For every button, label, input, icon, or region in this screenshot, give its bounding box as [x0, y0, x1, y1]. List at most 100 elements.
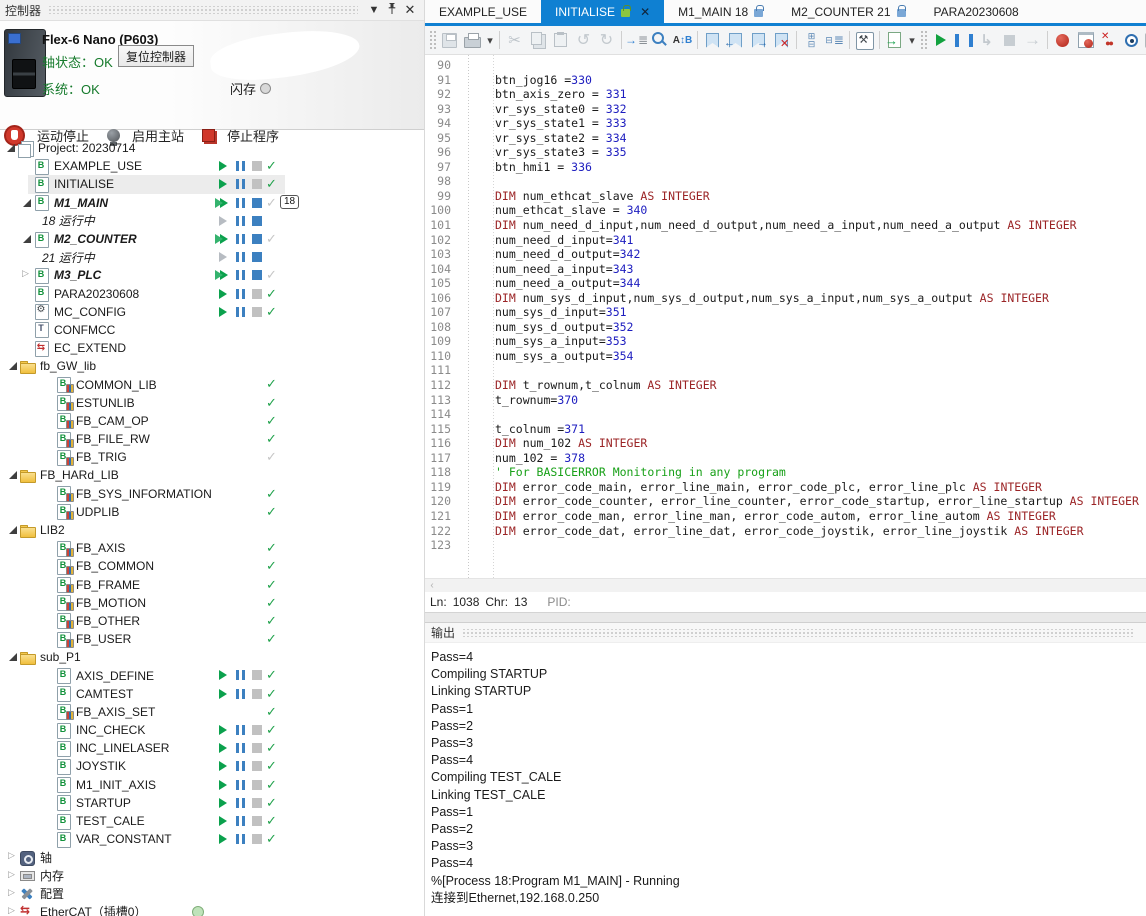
output-splitter[interactable] [425, 612, 1146, 622]
pause-status-icon[interactable] [236, 252, 245, 262]
run-status-icon[interactable] [219, 670, 231, 680]
stop-status-icon[interactable] [252, 289, 262, 299]
expand-arrow-icon[interactable] [6, 887, 20, 901]
tab-para20230608[interactable]: PARA20230608 [920, 0, 1033, 23]
pause-status-icon[interactable] [236, 161, 245, 171]
run-status-icon[interactable] [219, 161, 231, 171]
pause-status-icon[interactable] [236, 816, 245, 826]
tree-item-var-constant[interactable]: VAR_CONSTANT✓ [0, 830, 425, 848]
run-button[interactable] [929, 29, 952, 52]
pause-button[interactable] [952, 29, 975, 52]
print-button[interactable] [461, 29, 484, 52]
pause-status-icon[interactable] [236, 270, 245, 280]
run-status-icon[interactable] [215, 234, 227, 244]
stop-status-icon[interactable] [252, 780, 262, 790]
run-status-icon[interactable] [219, 761, 231, 771]
run-status-icon[interactable] [219, 252, 231, 262]
pause-status-icon[interactable] [236, 743, 245, 753]
tree-item-m1-main[interactable]: M1_MAIN✓18 [0, 194, 425, 212]
toggle-bookmark-button[interactable] [701, 29, 724, 52]
cut-button[interactable] [503, 29, 526, 52]
next-bookmark-button[interactable] [747, 29, 770, 52]
clear-bookmarks-button[interactable] [770, 29, 793, 52]
clear-breakpoints-button[interactable] [1097, 29, 1120, 52]
stop-status-icon[interactable] [252, 234, 262, 244]
tree-item-fb-motion[interactable]: FB_MOTION✓ [0, 594, 425, 612]
tab-initialise[interactable]: INITIALISE✕ [541, 0, 664, 23]
tree-item-ec-extend[interactable]: EC_EXTEND [0, 339, 425, 357]
tree-item-fb-file-rw[interactable]: FB_FILE_RW✓ [0, 430, 425, 448]
tree-item-m3-plc[interactable]: M3_PLC✓ [0, 266, 425, 284]
panel-menu-dropdown-icon[interactable]: ▼ [365, 4, 383, 16]
toolbar-grip[interactable] [920, 30, 927, 50]
run-status-icon[interactable] [219, 725, 231, 735]
replace-button[interactable] [671, 29, 694, 52]
run-status-icon[interactable] [215, 270, 227, 280]
scroll-left-arrow-icon[interactable]: ‹ [425, 580, 439, 591]
expand-arrow-icon[interactable] [6, 905, 20, 916]
run-status-icon[interactable] [219, 743, 231, 753]
collapse-arrow-icon[interactable] [6, 650, 20, 664]
expand-arrow-icon[interactable] [6, 850, 20, 864]
pause-status-icon[interactable] [236, 198, 245, 208]
step-into-button[interactable] [975, 29, 998, 52]
run-status-icon[interactable] [219, 289, 231, 299]
stop-status-icon[interactable] [252, 198, 262, 208]
pause-status-icon[interactable] [236, 689, 245, 699]
tree-item-estunlib[interactable]: ESTUNLIB✓ [0, 394, 425, 412]
tree-item-axis-define[interactable]: AXIS_DEFINE✓ [0, 666, 425, 684]
tree-item-joystik[interactable]: JOYSTIK✓ [0, 757, 425, 775]
collapse-arrow-icon[interactable] [20, 196, 34, 210]
tab-m2-counter-21[interactable]: M2_COUNTER 21 [777, 0, 919, 23]
outline-button[interactable] [823, 29, 846, 52]
tree-item-fb-user[interactable]: FB_USER✓ [0, 630, 425, 648]
download-to-controller-button[interactable] [883, 29, 906, 52]
pause-status-icon[interactable] [236, 798, 245, 808]
collapse-arrow-icon[interactable] [6, 359, 20, 373]
run-status-icon[interactable] [215, 198, 227, 208]
stop-status-icon[interactable] [252, 816, 262, 826]
tree-item-inc-check[interactable]: INC_CHECK✓ [0, 721, 425, 739]
pause-status-icon[interactable] [236, 289, 245, 299]
prev-bookmark-button[interactable] [724, 29, 747, 52]
panel-close-icon[interactable]: ✕ [401, 2, 419, 18]
pause-status-icon[interactable] [236, 761, 245, 771]
toggle-breakpoint-button[interactable] [1074, 29, 1097, 52]
tree-item-sub-p1[interactable]: sub_P1 [0, 648, 425, 666]
tree-item-lib2[interactable]: LIB2 [0, 521, 425, 539]
tools-button[interactable] [853, 29, 876, 52]
tree-item-fb-gw-lib[interactable]: fb_GW_lib [0, 357, 425, 375]
pause-status-icon[interactable] [236, 670, 245, 680]
tree-item-startup[interactable]: STARTUP✓ [0, 794, 425, 812]
expand-arrow-icon[interactable] [6, 869, 20, 883]
pause-status-icon[interactable] [236, 307, 245, 317]
pause-status-icon[interactable] [236, 216, 245, 226]
tree-item-project-20230714[interactable]: Project: 20230714 [0, 139, 425, 157]
tree-item-fb-sys-information[interactable]: FB_SYS_INFORMATION✓ [0, 485, 425, 503]
tree-item-21-运行中[interactable]: 21 运行中 [0, 248, 425, 266]
tree-item-轴[interactable]: 轴 [0, 848, 425, 866]
run-status-icon[interactable] [219, 216, 231, 226]
run-status-icon[interactable] [219, 798, 231, 808]
tree-item-fb-trig[interactable]: FB_TRIG✓ [0, 448, 425, 466]
stop-status-icon[interactable] [252, 761, 262, 771]
find-button[interactable] [648, 29, 671, 52]
tab-m1-main-18[interactable]: M1_MAIN 18 [664, 0, 777, 23]
run-status-icon[interactable] [219, 179, 231, 189]
watch-button[interactable] [1120, 29, 1143, 52]
save-button[interactable] [438, 29, 461, 52]
tree-item-common-lib[interactable]: COMMON_LIB✓ [0, 375, 425, 393]
stop-status-icon[interactable] [252, 216, 262, 226]
stop-status-icon[interactable] [252, 307, 262, 317]
stop-status-icon[interactable] [252, 725, 262, 735]
stop-status-icon[interactable] [252, 670, 262, 680]
pause-status-icon[interactable] [236, 234, 245, 244]
stop-status-icon[interactable] [252, 252, 262, 262]
tree-item-fb-axis-set[interactable]: FB_AXIS_SET✓ [0, 703, 425, 721]
print-dropdown-icon[interactable] [484, 29, 496, 52]
collapse-arrow-icon[interactable] [6, 468, 20, 482]
tree-item-para20230608[interactable]: PARA20230608✓ [0, 285, 425, 303]
record-button[interactable] [1051, 29, 1074, 52]
tree-item-initialise[interactable]: INITIALISE✓ [0, 175, 425, 193]
tree-item-example-use[interactable]: EXAMPLE_USE✓ [0, 157, 425, 175]
